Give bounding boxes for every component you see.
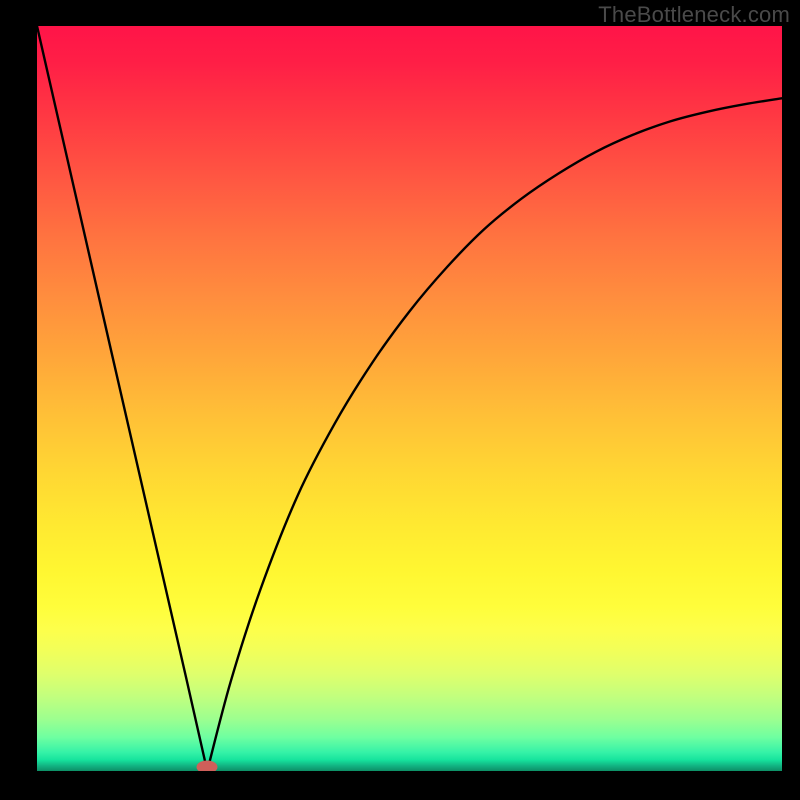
- chart-frame: TheBottleneck.com: [0, 0, 800, 800]
- minimum-marker: [197, 760, 218, 771]
- curve-layer: [37, 26, 782, 771]
- watermark-text: TheBottleneck.com: [598, 2, 790, 28]
- plot-area: [37, 26, 782, 771]
- bottleneck-curve: [37, 26, 782, 771]
